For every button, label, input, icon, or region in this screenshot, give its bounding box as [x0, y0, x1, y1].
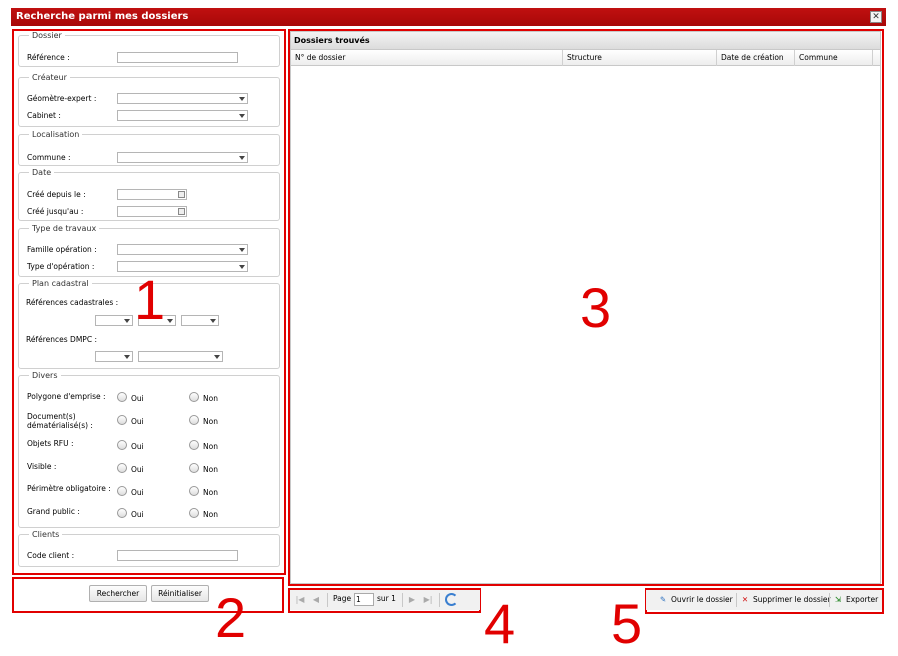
next-page-icon[interactable]: ▶ [406, 593, 418, 607]
refresh-icon[interactable] [445, 593, 458, 606]
open-dossier-label: Ouvrir le dossier [671, 595, 733, 604]
export-button[interactable]: ⇲ Exporter [833, 592, 878, 608]
column-numero[interactable]: N° de dossier [291, 50, 563, 66]
results-title: Dossiers trouvés [291, 32, 880, 50]
page-of-label: sur 1 [377, 594, 396, 603]
last-page-icon[interactable]: ▶| [422, 593, 434, 607]
separator [736, 593, 737, 607]
annotation-number-4: 4 [484, 592, 516, 655]
separator [829, 593, 830, 607]
column-date-creation[interactable]: Date de création [717, 50, 795, 66]
annotation-number-2: 2 [215, 586, 247, 649]
prev-page-icon[interactable]: ◀ [310, 593, 322, 607]
column-commune[interactable]: Commune [795, 50, 873, 66]
pager-toolbar: |◀ ◀ Page 1 sur 1 ▶ ▶| [290, 590, 480, 610]
export-label: Exporter [846, 595, 879, 604]
close-icon[interactable]: ✕ [870, 11, 882, 23]
annotation-number-5: 5 [611, 592, 643, 655]
annotation-number-3: 3 [580, 276, 612, 339]
window-title-bar: Recherche parmi mes dossiers ✕ [11, 8, 886, 26]
actions-toolbar: ✎ Ouvrir le dossier ✕ Supprimer le dossier… [646, 590, 882, 610]
separator [327, 593, 328, 607]
delete-dossier-button[interactable]: ✕ Supprimer le dossier [740, 592, 831, 608]
window-title: Recherche parmi mes dossiers [16, 11, 189, 22]
page-label: Page [333, 594, 352, 603]
page-input[interactable]: 1 [354, 593, 374, 606]
separator [402, 593, 403, 607]
delete-icon: ✕ [741, 595, 749, 604]
pencil-icon: ✎ [659, 595, 667, 604]
open-dossier-button[interactable]: ✎ Ouvrir le dossier [658, 592, 733, 608]
results-column-header: N° de dossier Structure Date de création… [291, 50, 880, 66]
separator [439, 593, 440, 607]
column-structure[interactable]: Structure [563, 50, 717, 66]
first-page-icon[interactable]: |◀ [294, 593, 306, 607]
reset-button[interactable]: Réinitialiser [151, 585, 209, 602]
delete-dossier-label: Supprimer le dossier [753, 595, 831, 604]
export-icon: ⇲ [834, 595, 842, 604]
annotation-number-1: 1 [134, 268, 166, 331]
search-button[interactable]: Rechercher [89, 585, 147, 602]
